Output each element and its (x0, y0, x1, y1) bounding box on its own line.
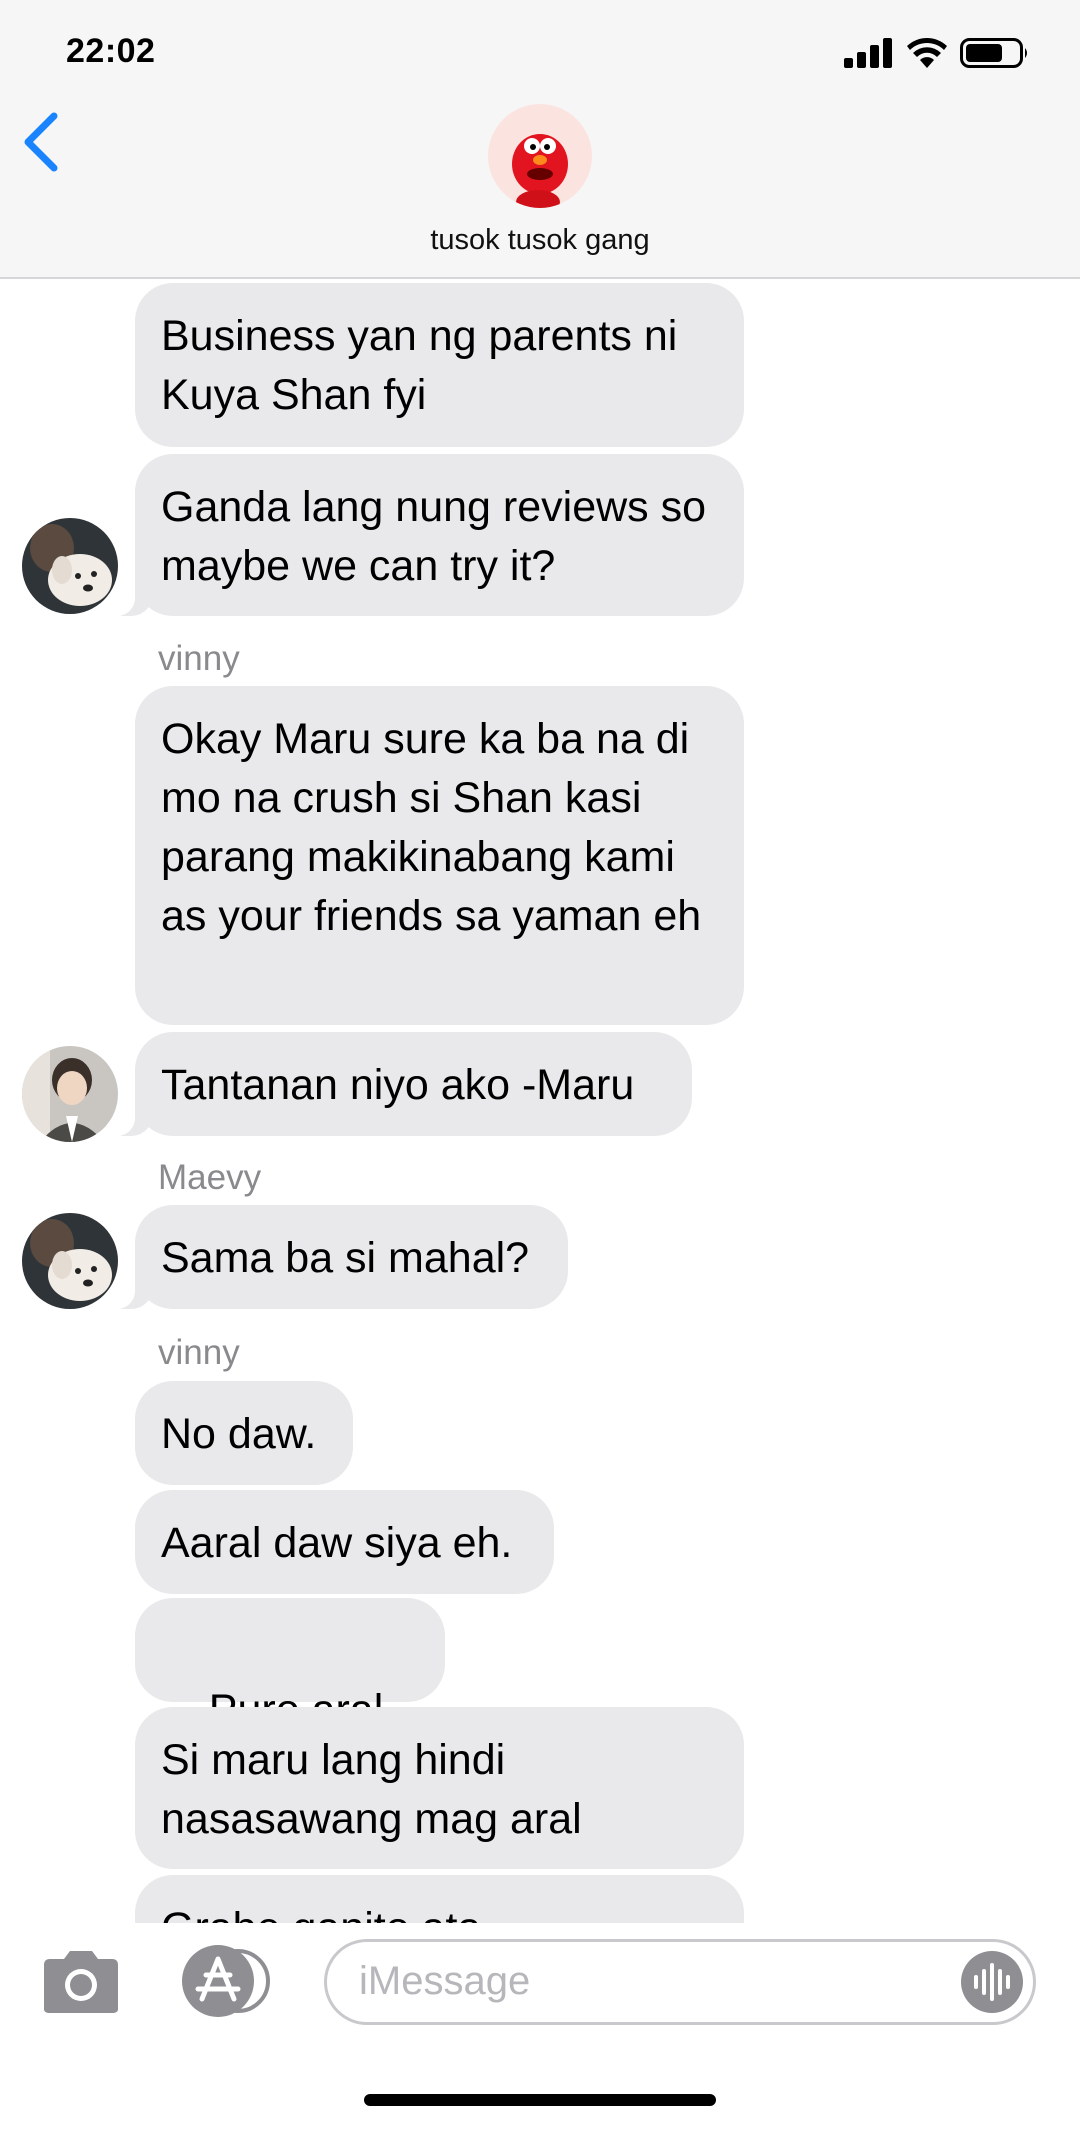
sender-name: Maevy (158, 1158, 262, 1197)
message-bubble[interactable]: Grabe ganito ata (135, 1875, 744, 1923)
sender-avatar[interactable] (22, 1213, 118, 1309)
camera-icon[interactable] (40, 1947, 122, 2017)
status-icons (844, 36, 1030, 76)
sender-name: vinny (158, 1333, 240, 1372)
message-bubble[interactable]: Okay Maru sure ka ba na di mo na crush s… (135, 686, 744, 1025)
battery-icon (960, 38, 1027, 68)
app-store-icon (182, 1945, 270, 2017)
group-name[interactable]: tusok tusok gang (0, 224, 1080, 257)
message-bubble[interactable]: Aaral daw siya eh. (135, 1490, 554, 1594)
sender-avatar[interactable] (22, 518, 118, 614)
message-bubble[interactable]: Puro aral (135, 1598, 445, 1794)
app-store-button[interactable] (176, 1945, 272, 2017)
audio-message-button[interactable] (961, 1951, 1023, 2013)
input-placeholder: iMessage (359, 1959, 531, 2003)
status-time: 22:02 (66, 32, 156, 70)
puppy-avatar-icon (22, 1213, 118, 1309)
message-bubble[interactable]: No daw. (135, 1381, 353, 1485)
home-indicator[interactable] (364, 2094, 716, 2106)
message-bubble[interactable]: Tantanan niyo ako -Maru (113, 1032, 692, 1136)
elmo-avatar-icon (512, 134, 568, 208)
conversation-header: 22:02 tusok tusok gang (0, 0, 1080, 279)
message-bubble[interactable]: Ganda lang nung reviews so maybe we can … (113, 454, 744, 616)
message-bubble[interactable]: Si maru lang hindi nasasawang mag aral (135, 1707, 744, 1869)
sender-avatar[interactable] (22, 1046, 118, 1142)
imessage-input[interactable]: iMessage (324, 1939, 1036, 2025)
person-avatar-icon (22, 1046, 118, 1142)
message-list[interactable]: Business yan ng parents ni Kuya Shan fyi… (0, 279, 1080, 1923)
wifi-icon (907, 38, 947, 68)
waveform-icon (974, 1963, 1010, 2001)
signal-icon (844, 38, 894, 68)
sender-name: vinny (158, 639, 240, 678)
back-chevron-icon[interactable] (18, 110, 62, 174)
puppy-avatar-icon (22, 518, 118, 614)
message-bubble[interactable]: Sama ba si mahal? (113, 1205, 568, 1309)
message-bubble[interactable]: Business yan ng parents ni Kuya Shan fyi (135, 283, 744, 447)
group-avatar[interactable] (488, 104, 592, 208)
